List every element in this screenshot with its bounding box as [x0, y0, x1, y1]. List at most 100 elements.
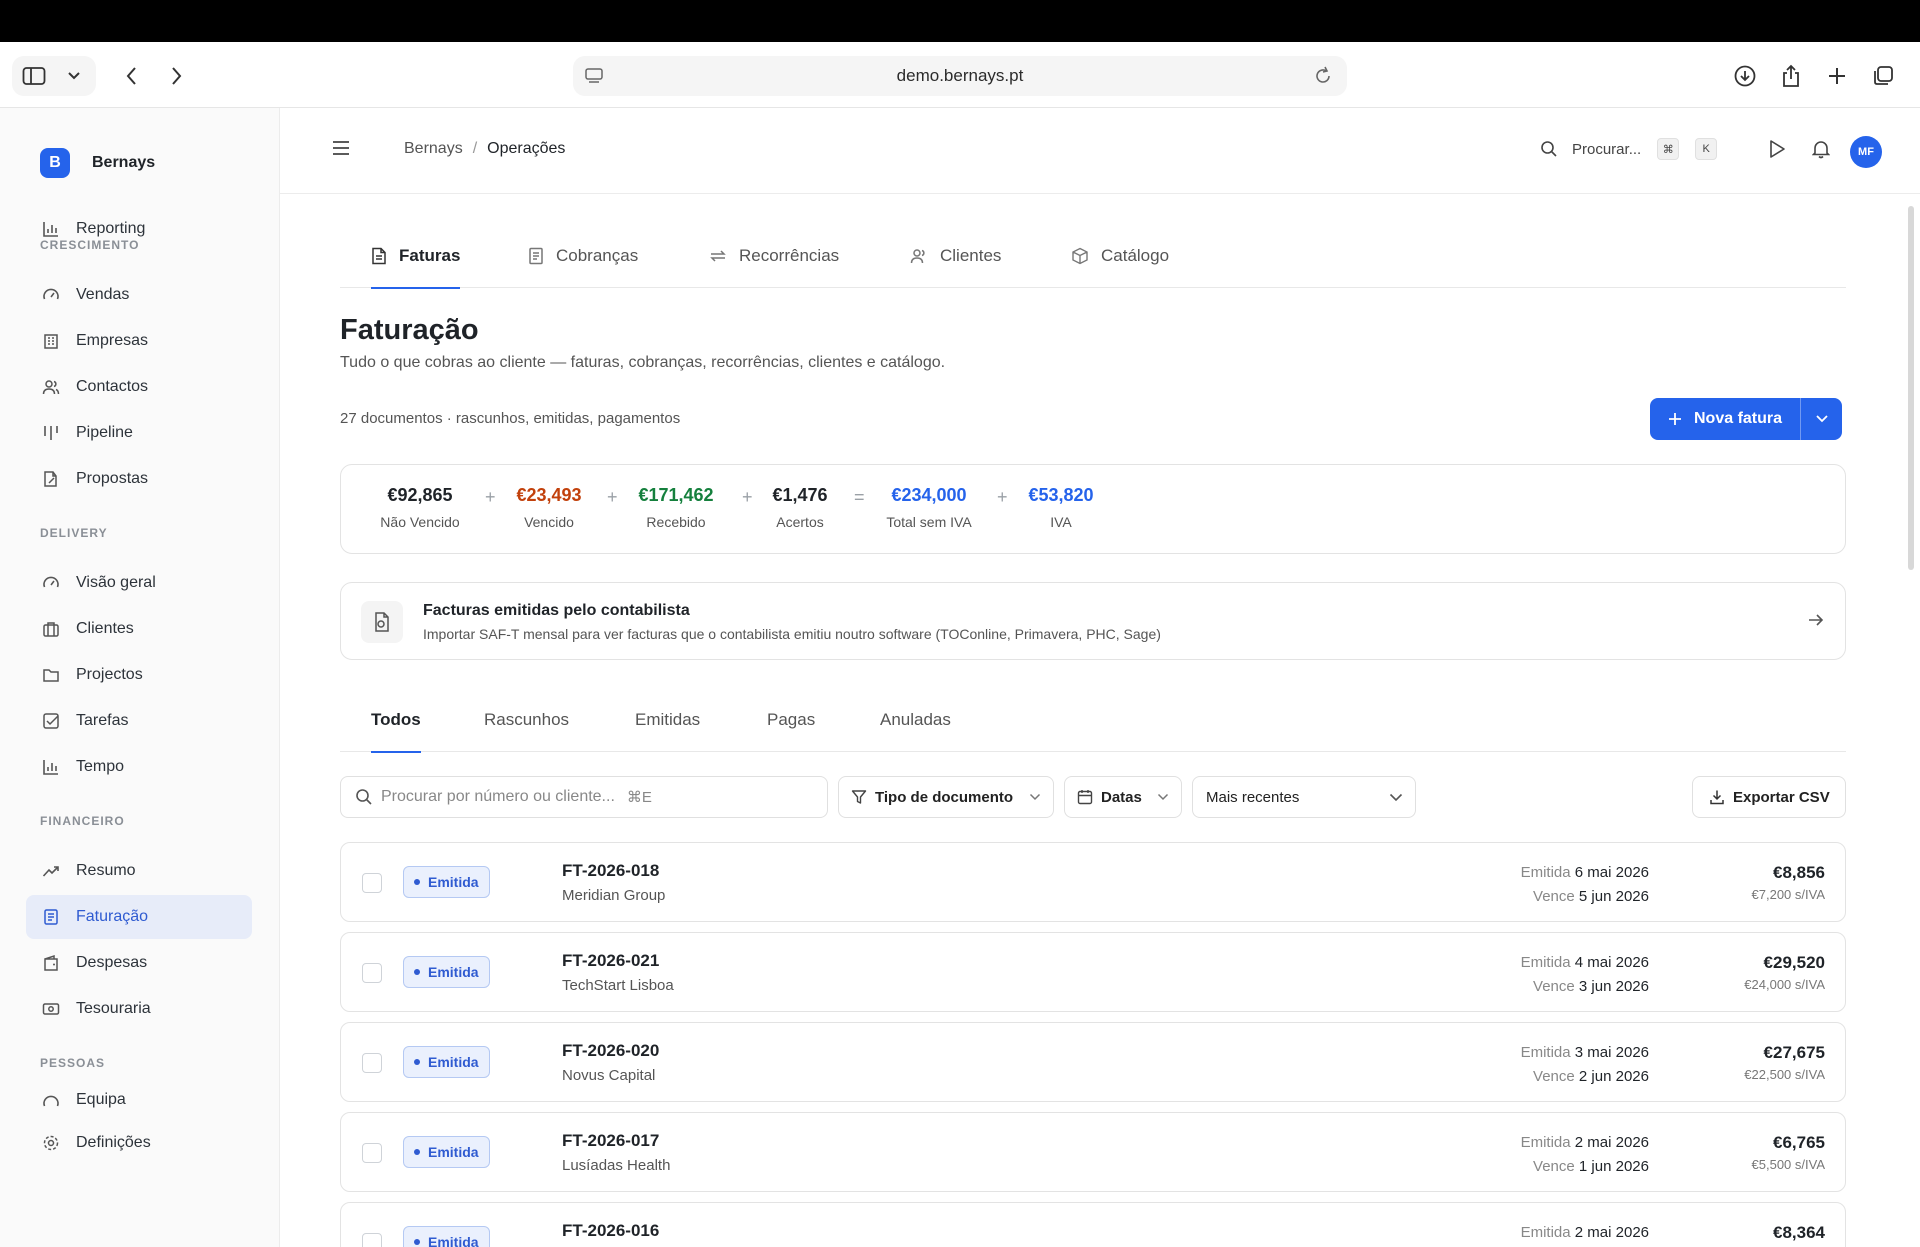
- sidebar-item-label: Resumo: [76, 862, 136, 879]
- back-chevron-left-icon[interactable]: [110, 56, 154, 96]
- invoice-row[interactable]: Emitida FT-2026-018 Meridian Group Emiti…: [340, 842, 1846, 922]
- sidebar-item-contactos[interactable]: Contactos: [26, 365, 252, 409]
- sidebar-item-propostas[interactable]: Propostas: [26, 457, 252, 501]
- tab-todos[interactable]: Todos: [371, 688, 421, 753]
- row-checkbox[interactable]: [362, 963, 382, 983]
- download-icon[interactable]: [1722, 56, 1768, 96]
- invoice-row[interactable]: Emitida FT-2026-021 TechStart Lisboa Emi…: [340, 932, 1846, 1012]
- tab-cobrancas[interactable]: Cobranças: [528, 224, 638, 288]
- issued-label: Emitida: [1520, 1134, 1571, 1151]
- tab-rascunhos[interactable]: Rascunhos: [484, 688, 569, 752]
- page-subtitle: Tudo o que cobras ao cliente — faturas, …: [340, 354, 946, 371]
- sidebar-item-faturacao[interactable]: Faturação: [26, 895, 252, 939]
- url-text: demo.bernays.pt: [896, 66, 1024, 85]
- saft-import-card[interactable]: Facturas emitidas pelo contabilista Impo…: [340, 582, 1846, 660]
- tab-pagas[interactable]: Pagas: [767, 688, 815, 752]
- brand[interactable]: B Bernays: [40, 148, 155, 178]
- invoice-row[interactable]: Emitida FT-2026-020 Novus Capital Emitid…: [340, 1022, 1846, 1102]
- play-icon[interactable]: [1768, 139, 1786, 164]
- sort-select[interactable]: Mais recentes: [1192, 776, 1416, 818]
- new-tab-plus-icon[interactable]: [1814, 56, 1860, 96]
- repeat-icon: [709, 247, 727, 265]
- summary-total-sem-iva: €234,000 Total sem IVA: [879, 485, 979, 530]
- chevron-down-icon: [1029, 793, 1041, 801]
- sidebar-item-tempo[interactable]: Tempo: [26, 745, 252, 789]
- breadcrumb-item[interactable]: Bernays: [404, 140, 463, 158]
- sidebar-item-resumo[interactable]: Resumo: [26, 849, 252, 893]
- tab-recorrencias[interactable]: Recorrências: [709, 224, 839, 288]
- address-bar[interactable]: demo.bernays.pt: [573, 56, 1347, 96]
- summary-value: €92,865: [387, 485, 453, 505]
- gear-icon: [40, 1132, 62, 1154]
- menu-icon[interactable]: [332, 140, 350, 161]
- doc-type-filter[interactable]: Tipo de documento: [838, 776, 1054, 818]
- issued-date: 2 mai 2026: [1574, 1134, 1649, 1151]
- issued-label: Emitida: [1520, 1224, 1571, 1241]
- reload-icon[interactable]: [1313, 65, 1333, 92]
- sidebar-item-tarefas[interactable]: Tarefas: [26, 699, 252, 743]
- sidebar-item-equipa[interactable]: Equipa: [26, 1091, 252, 1111]
- filter-icon: [851, 789, 867, 805]
- issued-date: 4 mai 2026: [1574, 954, 1649, 971]
- invoice-number: FT-2026-020: [562, 1041, 660, 1060]
- sidebar-item-tesouraria[interactable]: Tesouraria: [26, 987, 252, 1031]
- document-icon: [371, 247, 387, 265]
- sidebar: B Bernays Reporting CRESCIMENTO Vendas E…: [0, 108, 280, 1247]
- summary-acertos: €1,476 Acertos: [766, 485, 834, 530]
- summary-operator: +: [607, 487, 618, 507]
- wallet-icon: [40, 952, 62, 974]
- file-import-icon: [361, 601, 403, 643]
- bell-icon[interactable]: [1811, 139, 1831, 164]
- sidebar-item-visao-geral[interactable]: Visão geral: [26, 561, 252, 605]
- sidebar-item-pipeline[interactable]: Pipeline: [26, 411, 252, 455]
- breadcrumb-separator: /: [472, 140, 478, 157]
- invoice-client: TechStart Lisboa: [562, 977, 674, 994]
- pipeline-columns-icon: [40, 422, 62, 444]
- invoice-amounts: €6,765 €5,500 s/IVA: [1752, 1131, 1825, 1175]
- sidebar-item-label: Reporting: [76, 220, 146, 237]
- chevron-down-icon[interactable]: [56, 56, 92, 96]
- doc-type-label: Tipo de documento: [875, 788, 1014, 806]
- sidebar-item-definicoes[interactable]: Definições: [26, 1111, 252, 1175]
- page-scrollbar[interactable]: [1908, 206, 1914, 570]
- dates-filter[interactable]: Datas: [1064, 776, 1182, 818]
- summary-label: Não Vencido: [380, 514, 460, 530]
- tab-anuladas[interactable]: Anuladas: [880, 688, 951, 752]
- invoice-search-input[interactable]: Procurar por número ou cliente... ⌘E: [340, 776, 828, 818]
- gauge-icon: [40, 284, 62, 306]
- invoice-row[interactable]: Emitida FT-2026-017 Lusíadas Health Emit…: [340, 1112, 1846, 1192]
- row-checkbox[interactable]: [362, 1143, 382, 1163]
- invoice-net: €7,200 s/IVA: [1751, 887, 1825, 902]
- share-icon[interactable]: [1768, 56, 1814, 96]
- invoice-client: Meridian Group: [562, 887, 666, 904]
- sidebar-item-clientes[interactable]: Clientes: [26, 607, 252, 651]
- chevron-down-icon: [1157, 793, 1169, 801]
- sidebar-item-projectos[interactable]: Projectos: [26, 653, 252, 697]
- new-invoice-button[interactable]: Nova fatura: [1650, 398, 1800, 440]
- row-checkbox[interactable]: [362, 1233, 382, 1247]
- sidebar-item-empresas[interactable]: Empresas: [26, 319, 252, 363]
- new-invoice-options-chevron-down-icon[interactable]: [1800, 398, 1842, 440]
- tab-catalogo[interactable]: Catálogo: [1071, 224, 1169, 288]
- tab-emitidas[interactable]: Emitidas: [635, 688, 700, 752]
- tab-clientes[interactable]: Clientes: [910, 224, 1001, 288]
- invoice-dates: Emitida 4 mai 2026 Vence 3 jun 2026: [1521, 951, 1649, 999]
- tab-faturas[interactable]: Faturas: [371, 224, 461, 289]
- avatar[interactable]: MF: [1850, 136, 1882, 168]
- sidebar-item-despesas[interactable]: Despesas: [26, 941, 252, 985]
- export-csv-button[interactable]: Exportar CSV: [1692, 776, 1846, 818]
- summary-operator: +: [742, 487, 753, 507]
- row-checkbox[interactable]: [362, 873, 382, 893]
- tabs-overview-icon[interactable]: [1860, 56, 1906, 96]
- summary-card: €92,865 Não Vencido + €23,493 Vencido + …: [340, 464, 1846, 554]
- forward-chevron-right-icon[interactable]: [154, 56, 198, 96]
- sidebar-toggle-icon[interactable]: [12, 56, 56, 96]
- status-label: Emitida: [428, 964, 479, 980]
- section-label-crescimento: CRESCIMENTO: [40, 238, 140, 252]
- global-search-button[interactable]: Procurar... ⌘ K: [1540, 138, 1718, 160]
- invoice-row[interactable]: Emitida FT-2026-016 Emitida 2 mai 2026 €…: [340, 1202, 1846, 1247]
- row-checkbox[interactable]: [362, 1053, 382, 1073]
- summary-vencido: €23,493 Vencido: [509, 485, 589, 530]
- sidebar-item-vendas[interactable]: Vendas: [26, 273, 252, 317]
- arrow-right-icon: [1807, 611, 1825, 634]
